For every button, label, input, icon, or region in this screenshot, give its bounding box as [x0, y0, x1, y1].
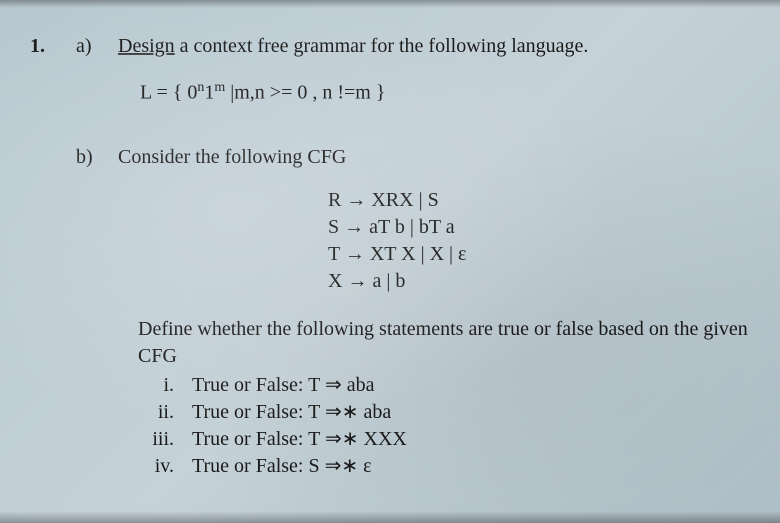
lang-mid: 1	[204, 82, 214, 104]
roman-i: i.	[138, 372, 192, 399]
list-item: iv. True or False: S ⇒∗ ε	[138, 453, 780, 480]
item-iii-text: True or False: T ⇒∗ XXX	[192, 426, 407, 453]
roman-iv: iv.	[138, 453, 192, 480]
part-a-rest: a context free grammar for the following…	[175, 35, 589, 57]
design-word: Design	[118, 35, 175, 57]
grammar-block: R → XRX | S S → aT b | bT a T → XT X | X…	[328, 187, 780, 295]
item-ii-text: True or False: T ⇒∗ aba	[192, 399, 391, 426]
grammar-line-2: S → aT b | bT a	[328, 214, 780, 241]
question-number: 1.	[30, 35, 58, 58]
question-1b-row: b) Consider the following CFG	[76, 143, 780, 171]
grammar-line-3: T → XT X | X | ε	[328, 241, 780, 268]
roman-list: i. True or False: T ⇒ aba ii. True or Fa…	[138, 372, 780, 480]
part-letter-b: b)	[76, 146, 98, 169]
roman-iii: iii.	[138, 426, 192, 453]
define-instruction: Define whether the following statements …	[138, 315, 780, 343]
roman-ii: ii.	[138, 399, 192, 426]
list-item: i. True or False: T ⇒ aba	[138, 372, 780, 399]
lang-L: L = { 0	[140, 82, 197, 104]
part-letter-a: a)	[76, 35, 98, 58]
question-1a-row: 1. a) Design a context free grammar for …	[30, 32, 780, 60]
lang-rest: |m,n >= 0 , n !=m }	[225, 82, 385, 104]
language-definition: L = { 0n1m |m,n >= 0 , n !=m }	[140, 80, 780, 105]
item-i-text: True or False: T ⇒ aba	[192, 372, 375, 399]
grammar-line-1: R → XRX | S	[328, 187, 780, 214]
part-b-question: Consider the following CFG	[118, 143, 346, 171]
item-iv-text: True or False: S ⇒∗ ε	[192, 453, 372, 480]
cfg-label: CFG	[138, 345, 780, 368]
list-item: iii. True or False: T ⇒∗ XXX	[138, 426, 780, 453]
grammar-line-4: X → a | b	[328, 268, 780, 295]
lang-sup-m: m	[214, 80, 225, 95]
part-a-question: Design a context free grammar for the fo…	[118, 32, 588, 60]
list-item: ii. True or False: T ⇒∗ aba	[138, 399, 780, 426]
